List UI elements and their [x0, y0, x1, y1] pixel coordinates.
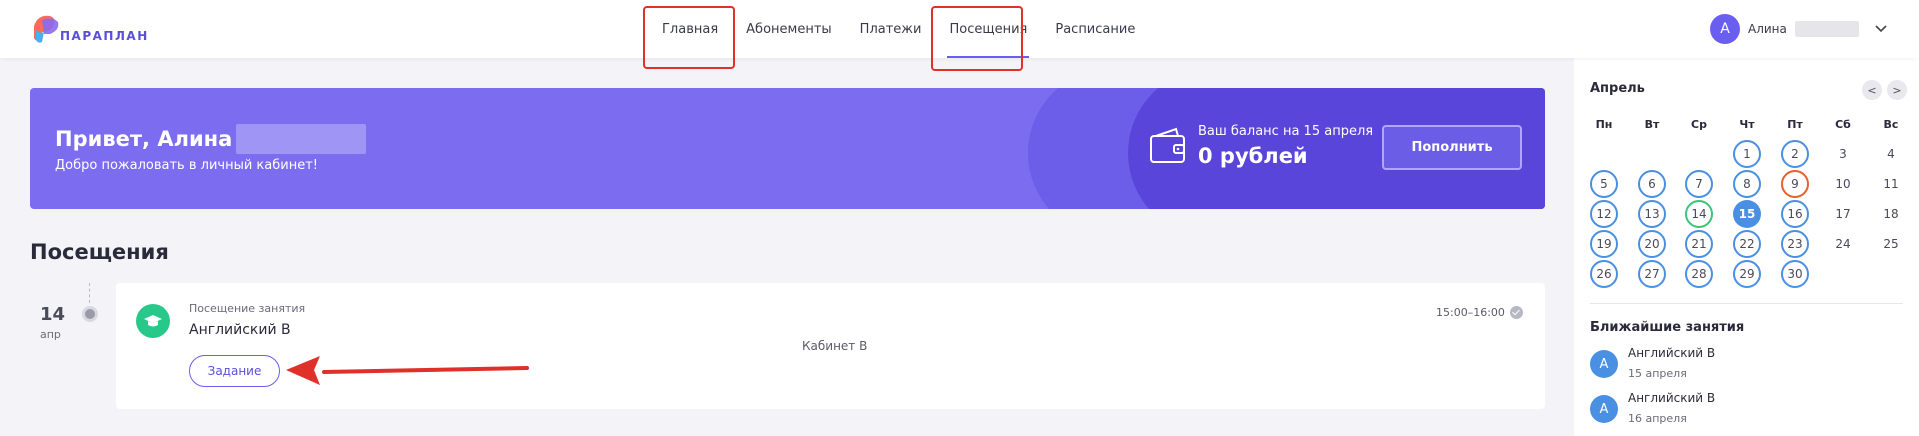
lesson-date: 16 апреля — [1628, 412, 1687, 425]
logo-icon — [34, 15, 59, 43]
lesson-name: Английский В — [1628, 391, 1716, 405]
calendar-day[interactable]: 7 — [1685, 170, 1713, 198]
visit-subject: Английский В — [189, 322, 291, 338]
calendar-day[interactable]: 9 — [1781, 170, 1809, 198]
calendar-day[interactable]: 18 — [1877, 200, 1905, 228]
balance-label: Ваш баланс на 15 апреля — [1198, 124, 1374, 139]
lesson-date: 15 апреля — [1628, 367, 1687, 380]
avatar: А — [1590, 350, 1618, 378]
nav-payments[interactable]: Платежи — [846, 0, 936, 58]
topup-button[interactable]: Пополнить — [1382, 125, 1522, 170]
weekday-label: Пн — [1595, 118, 1613, 131]
calendar-day[interactable]: 22 — [1733, 230, 1761, 258]
calendar-day[interactable]: 11 — [1877, 170, 1905, 198]
weekday-label: Пт — [1787, 118, 1803, 131]
user-name: Алина — [1748, 22, 1787, 36]
greeting-text: Привет, Алина — [55, 127, 233, 151]
calendar-day[interactable]: 25 — [1877, 230, 1905, 258]
avatar: А — [1710, 14, 1740, 44]
weekday-label: Вт — [1644, 118, 1660, 131]
calendar-day[interactable]: 23 — [1781, 230, 1809, 258]
calendar-day[interactable]: 29 — [1733, 260, 1761, 288]
calendar-day[interactable]: 12 — [1590, 200, 1618, 228]
calendar-day[interactable]: 28 — [1685, 260, 1713, 288]
avatar: А — [1590, 395, 1618, 423]
nav-visits[interactable]: Посещения — [935, 0, 1041, 58]
nav-subscriptions[interactable]: Абонементы — [732, 0, 846, 58]
calendar-day[interactable]: 4 — [1877, 140, 1905, 168]
calendar-day[interactable]: 14 — [1685, 200, 1713, 228]
calendar-day[interactable]: 24 — [1829, 230, 1857, 258]
visit-time-text: 15:00–16:00 — [1436, 306, 1505, 319]
calendar-day[interactable]: 1 — [1733, 140, 1761, 168]
visit-date-month: апр — [40, 328, 61, 341]
calendar-day[interactable]: 20 — [1638, 230, 1666, 258]
user-menu[interactable]: А Алина — [1710, 14, 1859, 44]
calendar-day[interactable]: 6 — [1638, 170, 1666, 198]
calendar-next-button[interactable]: > — [1887, 80, 1907, 100]
calendar-day[interactable]: 8 — [1733, 170, 1761, 198]
calendar-day[interactable]: 2 — [1781, 140, 1809, 168]
calendar-month: Апрель — [1590, 81, 1645, 96]
calendar-day[interactable]: 21 — [1685, 230, 1713, 258]
graduation-cap-icon — [136, 304, 170, 338]
visit-card: Посещение занятия Английский В Кабинет В… — [116, 283, 1545, 409]
logo-text: ПАРАПЛАН — [60, 29, 149, 43]
welcome-banner: Привет, Алина Добро пожаловать в личный … — [30, 88, 1545, 209]
wallet-icon — [1150, 127, 1185, 163]
visit-type: Посещение занятия — [189, 302, 306, 315]
greeting-subtitle: Добро пожаловать в личный кабинет! — [55, 158, 318, 173]
visit-date-day: 14 — [40, 304, 66, 325]
calendar-day[interactable]: 16 — [1781, 200, 1809, 228]
weekday-label: Чт — [1739, 118, 1755, 131]
redacted-surname — [236, 124, 367, 154]
visit-room: Кабинет В — [802, 339, 868, 353]
weekday-label: Сб — [1835, 118, 1851, 131]
task-button[interactable]: Задание — [189, 355, 280, 387]
weekday-label: Ср — [1691, 118, 1707, 131]
calendar-day[interactable]: 13 — [1638, 200, 1666, 228]
weekday-label: Вс — [1883, 118, 1899, 131]
timeline-dot — [82, 306, 98, 322]
balance-value: 0 рублей — [1198, 144, 1308, 168]
logo[interactable]: ПАРАПЛАН — [28, 12, 149, 46]
redacted-surname — [1794, 21, 1859, 37]
calendar-day[interactable]: 27 — [1638, 260, 1666, 288]
main-nav: Главная Абонементы Платежи Посещения Рас… — [648, 0, 1149, 58]
calendar-day[interactable]: 5 — [1590, 170, 1618, 198]
upcoming-title: Ближайшие занятия — [1590, 320, 1745, 335]
page-title: Посещения — [30, 240, 169, 264]
calendar-day[interactable]: 30 — [1781, 260, 1809, 288]
check-circle-icon — [1509, 306, 1523, 319]
list-item[interactable]: А Английский В 15 апреля — [1590, 346, 1715, 380]
visit-time: 15:00–16:00 — [1436, 306, 1523, 319]
list-item[interactable]: А Английский В 16 апреля — [1590, 391, 1715, 425]
calendar-day[interactable]: 26 — [1590, 260, 1618, 288]
divider — [1590, 303, 1903, 304]
nav-schedule[interactable]: Расписание — [1041, 0, 1149, 58]
calendar-day-today[interactable]: 15 — [1733, 200, 1761, 228]
calendar-day[interactable]: 3 — [1829, 140, 1857, 168]
arrow-left-annotation-icon — [286, 356, 529, 385]
greeting: Привет, Алина — [55, 124, 367, 154]
calendar-prev-button[interactable]: < — [1862, 80, 1882, 100]
timeline-line — [89, 283, 90, 303]
nav-home[interactable]: Главная — [648, 0, 732, 58]
chevron-down-icon[interactable] — [1873, 20, 1889, 36]
right-panel: Апрель < > Пн Вт Ср Чт Пт Сб Вс 1 2 3 4 … — [1574, 58, 1919, 436]
lesson-name: Английский В — [1628, 346, 1716, 360]
top-header: ПАРАПЛАН Главная Абонементы Платежи Посе… — [0, 0, 1919, 58]
calendar-day[interactable]: 19 — [1590, 230, 1618, 258]
calendar-day[interactable]: 10 — [1829, 170, 1857, 198]
calendar-day[interactable]: 17 — [1829, 200, 1857, 228]
